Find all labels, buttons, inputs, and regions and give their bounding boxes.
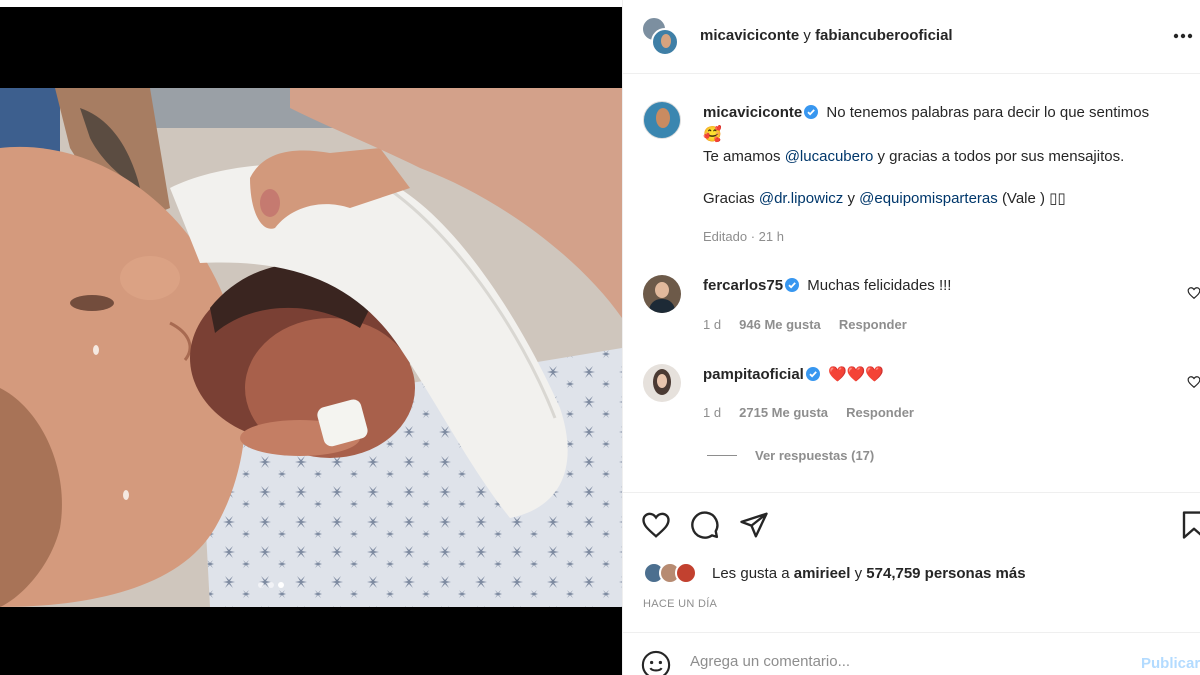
- carousel-dots: [258, 582, 284, 588]
- comment-meta: 1 d 946 Me gusta Responder: [703, 317, 907, 332]
- avatar[interactable]: [643, 275, 681, 313]
- authors-connector: y: [803, 27, 811, 44]
- newborn-photo[interactable]: [0, 88, 622, 607]
- likes-connector: y: [854, 564, 863, 582]
- more-horizontal-icon-svg: [1173, 33, 1193, 39]
- verified-badge-icon: [804, 105, 819, 119]
- caption-text: y gracias a todos por sus mensajitos.: [877, 148, 1125, 165]
- comment-meta: 1 d 2715 Me gusta Responder: [703, 405, 914, 420]
- comment-username[interactable]: pampitaoficial: [703, 366, 804, 383]
- post-caption: micaviciconte No tenemos palabras para d…: [703, 102, 1193, 210]
- liker-username[interactable]: amirieel: [794, 565, 851, 582]
- bookmark-save-icon[interactable]: [1179, 510, 1200, 540]
- avatar[interactable]: [651, 28, 679, 56]
- post-time-ago: HACE UN DÍA: [643, 598, 718, 610]
- share-send-icon[interactable]: [739, 510, 769, 540]
- comment-text: ❤️❤️❤️: [828, 366, 885, 383]
- comment-time: 1 d: [703, 405, 722, 420]
- post-header: micaviciconte y fabiancuberooficial: [623, 0, 1200, 74]
- reply-button[interactable]: Responder: [839, 317, 907, 332]
- likes-text: Les gusta a amirieel y 574,759 personas …: [712, 565, 1026, 582]
- post-media[interactable]: [0, 0, 622, 675]
- replies-divider: [707, 455, 737, 456]
- more-horizontal-icon[interactable]: [1173, 22, 1193, 42]
- caption-text: (Vale ) ▯▯: [1001, 190, 1066, 207]
- avatar[interactable]: [643, 364, 681, 402]
- avatar: [675, 562, 697, 584]
- media-letterbox-bottom: [0, 607, 622, 675]
- carousel-dot-active: [278, 582, 284, 588]
- caption-text: No tenemos palabras para decir lo que se…: [826, 104, 1150, 121]
- verified-badge-icon: [805, 367, 820, 381]
- comment: fercarlos75 Muchas felicidades !!!: [703, 275, 951, 297]
- likes-prefix: Les gusta a: [712, 564, 790, 582]
- mention-link[interactable]: @lucacubero: [785, 148, 874, 165]
- comment-time: 1 d: [703, 317, 722, 332]
- comment-username[interactable]: fercarlos75: [703, 277, 783, 294]
- caption-text: y: [847, 190, 855, 207]
- emoji-smiley-icon[interactable]: [641, 650, 671, 675]
- comment-bubble-icon[interactable]: [690, 510, 720, 540]
- verified-badge-icon: [785, 278, 800, 292]
- author-link[interactable]: fabiancuberooficial: [815, 27, 953, 44]
- comment: pampitaoficial ❤️❤️❤️: [703, 364, 884, 386]
- likes-others[interactable]: 574,759 personas más: [866, 565, 1025, 582]
- caption-edited-time: Editado · 21 h: [703, 229, 784, 244]
- carousel-dot: [258, 582, 264, 588]
- avatar[interactable]: [643, 101, 681, 139]
- likes-summary[interactable]: Les gusta a amirieel y 574,759 personas …: [643, 562, 1026, 584]
- view-replies-button[interactable]: Ver respuestas (17): [707, 448, 874, 463]
- publish-button[interactable]: Publicar: [1141, 655, 1200, 672]
- add-comment-bar: Publicar: [623, 632, 1200, 675]
- comment-input[interactable]: [690, 653, 1090, 670]
- post-side-panel: micaviciconte y fabiancuberooficial mica…: [622, 0, 1200, 675]
- comment-like-heart-icon[interactable]: [1187, 286, 1200, 300]
- author-link[interactable]: micaviciconte: [700, 27, 799, 44]
- newborn-photo-illustration: [0, 88, 622, 607]
- actions-divider: [623, 492, 1200, 493]
- comment-text: Muchas felicidades !!!: [807, 277, 952, 294]
- comment-likes[interactable]: 2715 Me gusta: [739, 405, 828, 420]
- reply-button[interactable]: Responder: [846, 405, 914, 420]
- like-heart-icon[interactable]: [641, 510, 671, 540]
- caption-emoji: 🥰: [703, 126, 722, 143]
- collab-avatars[interactable]: [641, 16, 679, 56]
- comment-likes[interactable]: 946 Me gusta: [739, 317, 821, 332]
- comment-like-heart-icon[interactable]: [1187, 375, 1200, 389]
- liker-avatars: [643, 562, 701, 584]
- caption-text: Gracias: [703, 190, 755, 207]
- post-authors: micaviciconte y fabiancuberooficial: [700, 27, 953, 44]
- mention-link[interactable]: @dr.lipowicz: [759, 190, 843, 207]
- caption-text: Te amamos: [703, 148, 781, 165]
- media-letterbox-top: [0, 7, 622, 88]
- carousel-dot: [268, 582, 274, 588]
- view-replies-label[interactable]: Ver respuestas (17): [755, 448, 874, 463]
- caption-username[interactable]: micaviciconte: [703, 104, 802, 121]
- mention-link[interactable]: @equipomisparteras: [859, 190, 998, 207]
